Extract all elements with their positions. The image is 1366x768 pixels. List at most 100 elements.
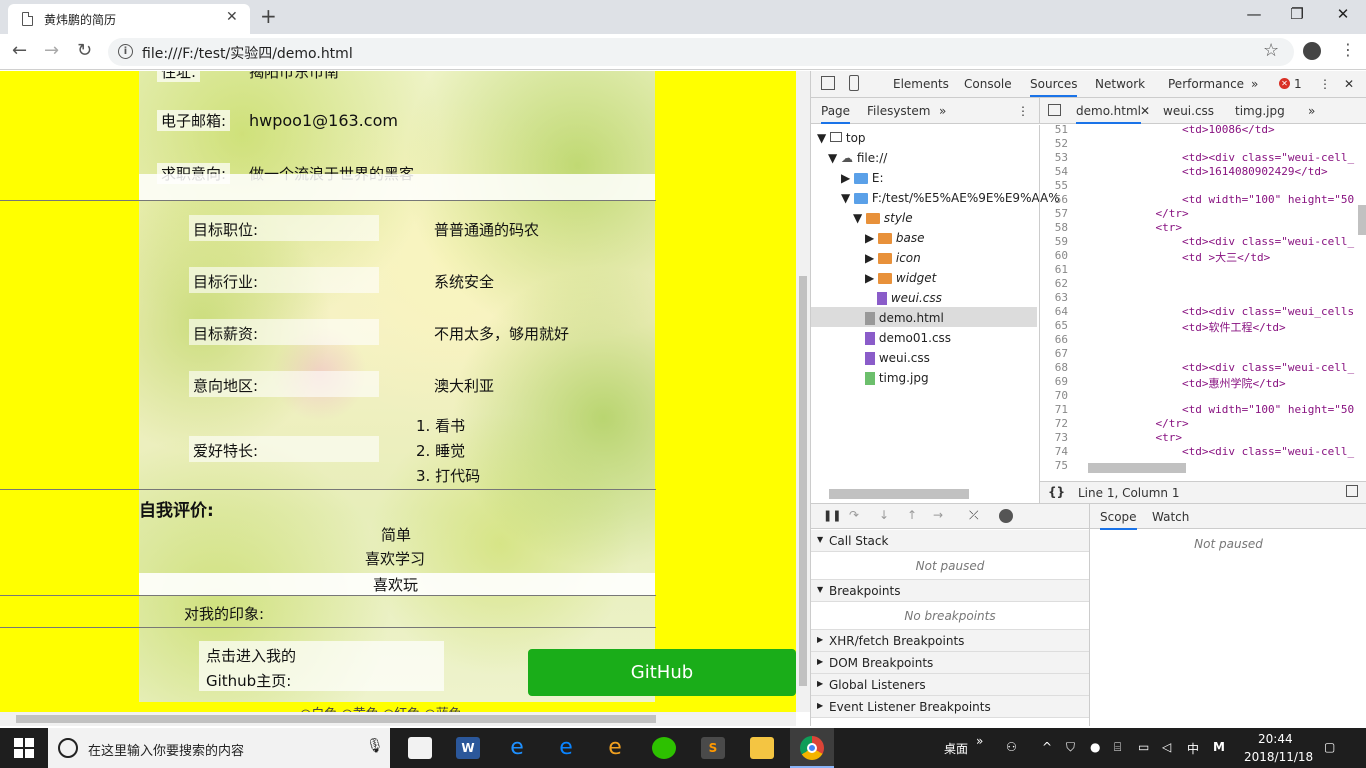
editor-tab-weui-css[interactable]: weui.css bbox=[1163, 104, 1214, 118]
tree-item[interactable]: timg.jpg bbox=[865, 371, 929, 385]
tree-item[interactable]: ▶ E: bbox=[841, 171, 884, 185]
device-toolbar-icon[interactable] bbox=[849, 75, 859, 91]
code-line[interactable]: 57 </tr> bbox=[1040, 207, 1354, 221]
volume-icon[interactable]: ◁ bbox=[1162, 740, 1171, 754]
tab-filesystem[interactable]: Filesystem bbox=[867, 104, 930, 118]
section-xhr-breakpoints[interactable]: ▶ XHR/fetch Breakpoints bbox=[811, 630, 1089, 652]
close-editor-tab-icon[interactable]: ✕ bbox=[1140, 104, 1150, 118]
code-line[interactable]: 54 <td>1614080902429</td> bbox=[1040, 165, 1354, 179]
browser-app-icon[interactable]: e bbox=[603, 737, 627, 759]
editor-hscroll-thumb[interactable] bbox=[1088, 463, 1186, 473]
code-line[interactable]: 58 <tr> bbox=[1040, 221, 1354, 235]
navigator-menu-icon[interactable]: ⋮ bbox=[1017, 104, 1029, 118]
editor-tab-demo-html[interactable]: demo.html bbox=[1076, 104, 1141, 124]
github-button[interactable]: GitHub bbox=[528, 649, 796, 696]
section-call-stack[interactable]: ▼ Call Stack bbox=[811, 530, 1089, 552]
code-line[interactable]: 72 </tr> bbox=[1040, 417, 1354, 431]
step-icon[interactable]: → bbox=[933, 508, 943, 522]
section-global-listeners[interactable]: ▶ Global Listeners bbox=[811, 674, 1089, 696]
tab-network[interactable]: Network bbox=[1095, 77, 1145, 91]
sublime-icon[interactable]: S bbox=[701, 737, 725, 759]
code-line[interactable]: 74 <td><div class="weui-cell_ bbox=[1040, 445, 1354, 459]
clock-date[interactable]: 2018/11/18 bbox=[1244, 750, 1313, 764]
new-tab-button[interactable]: + bbox=[260, 4, 277, 28]
tab-sources[interactable]: Sources bbox=[1030, 77, 1078, 97]
ie-icon[interactable]: e bbox=[505, 737, 529, 759]
code-line[interactable]: 63 bbox=[1040, 291, 1354, 305]
chevron-icon[interactable]: » bbox=[976, 734, 983, 748]
tree-item[interactable]: ▶ icon bbox=[865, 251, 921, 265]
back-icon[interactable]: ← bbox=[12, 40, 27, 61]
tree-item[interactable]: ▼ F:/test/%E5%AE%9E%E9%AA% bbox=[841, 191, 1060, 205]
tree-item[interactable]: ▶ widget bbox=[865, 271, 936, 285]
toggle-navigator-icon[interactable] bbox=[1048, 104, 1061, 116]
code-line[interactable]: 68 <td><div class="weui-cell_ bbox=[1040, 361, 1354, 375]
tree-item[interactable]: demo01.css bbox=[865, 331, 951, 345]
edge-icon[interactable]: e bbox=[554, 737, 578, 759]
tree-item[interactable]: ▶ base bbox=[865, 231, 924, 245]
section-dom-breakpoints[interactable]: ▶ DOM Breakpoints bbox=[811, 652, 1089, 674]
windows-start-icon[interactable] bbox=[14, 738, 34, 758]
step-out-icon[interactable]: ↑ bbox=[907, 508, 917, 522]
step-into-icon[interactable]: ↓ bbox=[879, 508, 889, 522]
color-radio-group[interactable]: ○白色 ○黄色 ○红色 ○蓝色 bbox=[300, 703, 462, 712]
browser-tab[interactable]: 黄炜鹏的简历 ✕ bbox=[8, 4, 250, 34]
bookmark-star-icon[interactable]: ☆ bbox=[1263, 40, 1279, 61]
editor-tab-timg-jpg[interactable]: timg.jpg bbox=[1235, 104, 1285, 118]
tree-hscroll-thumb[interactable] bbox=[829, 489, 969, 499]
tree-item[interactable]: weui.css bbox=[877, 291, 942, 305]
scroll-thumb[interactable] bbox=[16, 715, 656, 723]
code-line[interactable]: 59 <td><div class="weui-cell_ bbox=[1040, 235, 1354, 249]
code-line[interactable]: 61 bbox=[1040, 263, 1354, 277]
code-line[interactable]: 52 bbox=[1040, 137, 1354, 151]
wechat-icon[interactable] bbox=[652, 737, 676, 759]
maximize-button[interactable]: ❐ bbox=[1287, 5, 1307, 23]
toggle-debugger-icon[interactable] bbox=[1346, 485, 1358, 497]
scroll-thumb[interactable] bbox=[799, 276, 807, 686]
code-line[interactable]: 69 <td>惠州学院</td> bbox=[1040, 375, 1354, 390]
minimize-button[interactable]: — bbox=[1244, 5, 1264, 23]
wechat-tray-icon[interactable]: ● bbox=[1090, 740, 1100, 754]
inspect-icon[interactable] bbox=[821, 76, 835, 90]
info-icon[interactable]: i bbox=[118, 44, 133, 59]
close-devtools-icon[interactable]: ✕ bbox=[1344, 77, 1354, 91]
code-editor[interactable]: 51 <td>10086</td> 52 53 <td><div class="we… bbox=[1039, 125, 1366, 481]
tree-item[interactable]: ▼ style bbox=[853, 211, 913, 225]
chrome-taskbar-item[interactable] bbox=[790, 728, 834, 768]
code-line[interactable]: 62 bbox=[1040, 277, 1354, 291]
tree-item[interactable]: ▼ top bbox=[817, 131, 866, 145]
code-line[interactable]: 51 <td>10086</td> bbox=[1040, 125, 1354, 137]
mail-icon[interactable] bbox=[408, 737, 432, 759]
pause-on-exceptions-icon[interactable] bbox=[999, 509, 1013, 523]
close-tab-icon[interactable]: ✕ bbox=[226, 9, 238, 25]
ime-indicator[interactable]: 中 bbox=[1187, 740, 1199, 757]
section-event-listener-breakpoints[interactable]: ▶ Event Listener Breakpoints bbox=[811, 696, 1089, 718]
clock-time[interactable]: 20:44 bbox=[1258, 732, 1293, 746]
code-line[interactable]: 53 <td><div class="weui-cell_ bbox=[1040, 151, 1354, 165]
battery-icon[interactable]: ▭ bbox=[1138, 740, 1149, 754]
section-breakpoints[interactable]: ▼ Breakpoints bbox=[811, 580, 1089, 602]
people-icon[interactable]: ⚇ bbox=[1006, 740, 1017, 754]
close-window-button[interactable]: ✕ bbox=[1333, 5, 1353, 23]
code-line[interactable]: 55 bbox=[1040, 179, 1354, 193]
file-explorer-icon[interactable] bbox=[750, 737, 774, 759]
network-icon[interactable]: ⌸ bbox=[1114, 740, 1121, 755]
code-line[interactable]: 56 <td width="100" height="50 bbox=[1040, 193, 1354, 207]
ime-mode-icon[interactable]: M bbox=[1213, 740, 1225, 754]
tree-item[interactable]: weui.css bbox=[865, 351, 930, 365]
tab-page[interactable]: Page bbox=[821, 104, 851, 124]
profile-avatar[interactable] bbox=[1303, 42, 1321, 60]
code-line[interactable]: 70 bbox=[1040, 389, 1354, 403]
pause-icon[interactable]: ❚❚ bbox=[823, 509, 841, 522]
more-tabs-icon[interactable]: » bbox=[1251, 77, 1258, 91]
page-vertical-scrollbar[interactable] bbox=[796, 71, 810, 712]
deactivate-breakpoints-icon[interactable]: ⤫ bbox=[969, 508, 979, 523]
reload-icon[interactable]: ↻ bbox=[77, 40, 92, 61]
code-line[interactable]: 67 bbox=[1040, 347, 1354, 361]
show-hidden-icons[interactable]: ^ bbox=[1042, 740, 1052, 754]
step-over-icon[interactable]: ↷ bbox=[849, 508, 859, 522]
pretty-print-button[interactable]: {} bbox=[1048, 485, 1065, 499]
tab-console[interactable]: Console bbox=[964, 77, 1012, 91]
page-horizontal-scrollbar[interactable] bbox=[0, 712, 796, 726]
code-line[interactable]: 60 <td >大三</td> bbox=[1040, 249, 1354, 264]
